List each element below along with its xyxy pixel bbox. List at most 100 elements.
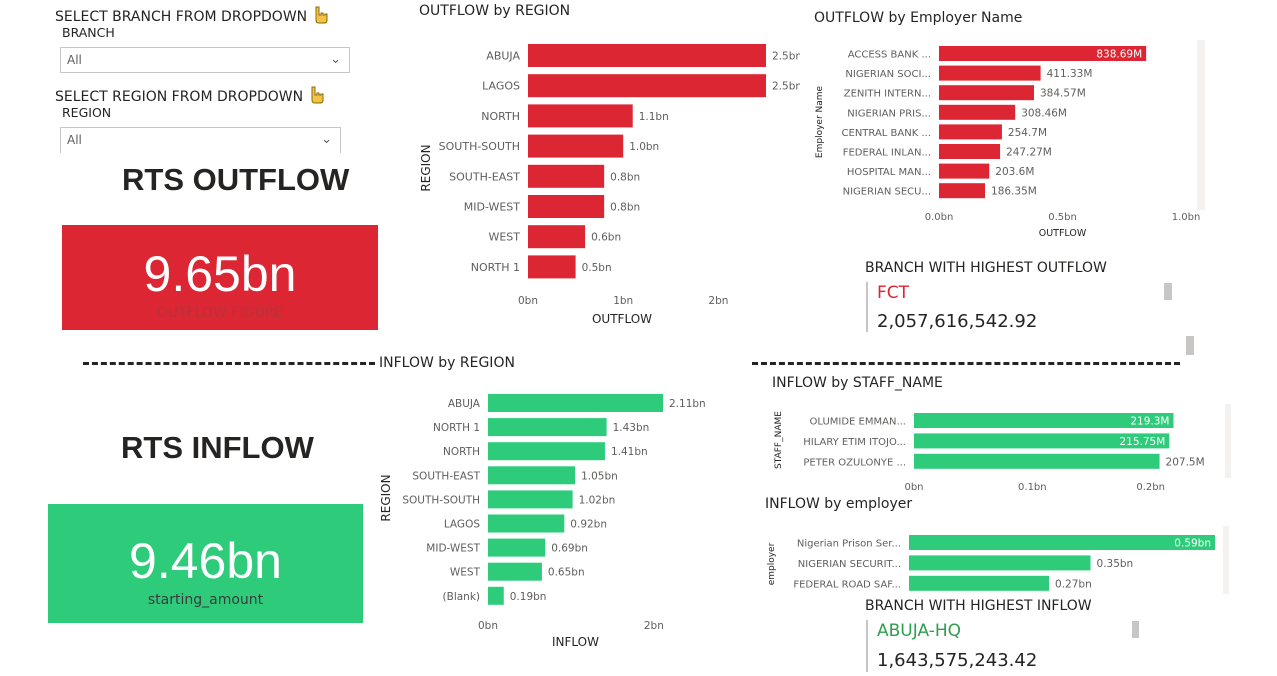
- outflow-employer-bar: [939, 85, 1034, 101]
- outflow-employer-category-label: NIGERIAN SOCI...: [845, 69, 931, 80]
- inflow-region-y-axis-title: REGION: [379, 474, 393, 521]
- outflow-region-data-label: 1.1bn: [639, 111, 669, 123]
- inflow-region-data-label: 2.11bn: [669, 398, 706, 410]
- inflow-employer-title: INFLOW by employer: [765, 496, 913, 512]
- outflow-region-data-label: 0.5bn: [582, 262, 612, 274]
- inflow-staff-title: INFLOW by STAFF_NAME: [772, 375, 943, 391]
- pointing-hand-icon: [312, 6, 328, 28]
- inflow-staff-tick-label: 0bn: [904, 482, 923, 493]
- branch-outflow-name: FCT: [877, 283, 910, 303]
- outflow-employer-category-label: NIGERIAN PRIS...: [847, 108, 931, 119]
- inflow-region-category-label: NORTH 1: [433, 422, 480, 434]
- inflow-region-data-label: 1.43bn: [613, 422, 650, 434]
- outflow-employer-data-label: 186.35M: [991, 186, 1037, 198]
- inflow-staff-data-label: 207.5M: [1166, 456, 1205, 468]
- outflow-employer-data-label: 838.69M: [1096, 49, 1142, 61]
- outflow-region-category-label: SOUTH-EAST: [449, 170, 520, 183]
- inflow-staff-data-label: 215.75M: [1119, 436, 1165, 448]
- inflow-region-category-label: LAGOS: [444, 519, 480, 531]
- inflow-region-bar: [488, 466, 576, 485]
- branch-inflow-scrollbar[interactable]: [1132, 621, 1139, 638]
- branch-inflow-title: BRANCH WITH HIGHEST INFLOW: [865, 598, 1092, 614]
- inflow-region-bar: [488, 562, 542, 581]
- inflow-employer-data-label: 0.35bn: [1097, 558, 1134, 570]
- inflow-region-category-label: NORTH: [443, 446, 480, 458]
- outflow-region-bar: [528, 74, 766, 98]
- outflow-region-title: OUTFLOW by REGION: [419, 3, 571, 19]
- inflow-region-category-label: WEST: [450, 567, 481, 579]
- outflow-card: 9.65bn OUTFLOW FIGURE: [62, 225, 378, 330]
- outflow-employer-category-label: CENTRAL BANK ...: [842, 128, 931, 139]
- inflow-region-category-label: ABUJA: [448, 398, 481, 410]
- outflow-employer-bar: [939, 163, 990, 179]
- inflow-employer-category-label: FEDERAL ROAD SAF...: [793, 579, 901, 590]
- outflow-employer-chart: ACCESS BANK ... 838.69M NIGERIAN SOCI... 41…: [815, 46, 1200, 239]
- outflow-employer-tick-label: 0.0bn: [925, 212, 954, 223]
- inflow-staff-chart: OLUMIDE EMMAN... 219.3M HILARY ETIM ITOJO.…: [774, 411, 1205, 493]
- inflow-region-data-label: 1.05bn: [581, 470, 618, 482]
- outflow-employer-data-label: 203.6M: [995, 166, 1034, 178]
- inflow-region-bar: [488, 538, 546, 557]
- inflow-employer-y-axis-title: employer: [767, 542, 777, 585]
- branch-inflow-accent: [866, 620, 868, 672]
- inflow-region-data-label: 1.41bn: [611, 446, 648, 458]
- inflow-staff-category-label: OLUMIDE EMMAN...: [810, 417, 906, 428]
- outflow-employer-bar: [939, 183, 986, 199]
- inflow-region-bar: [488, 586, 504, 605]
- outflow-employer-data-label: 411.33M: [1047, 68, 1093, 80]
- outflow-employer-bar: [939, 124, 1002, 140]
- inflow-region-data-label: 1.02bn: [579, 494, 616, 506]
- outflow-employer-bar: [939, 144, 1001, 159]
- outflow-employer-category-label: HOSPITAL MAN...: [847, 167, 931, 178]
- outflow-employer-tick-label: 0.5bn: [1048, 212, 1077, 223]
- outflow-employer-data-label: 308.46M: [1021, 107, 1067, 119]
- inflow-region-bar: [488, 394, 663, 412]
- inflow-region-tick-label: 2bn: [644, 620, 664, 632]
- outflow-region-tick-label: 0bn: [518, 295, 538, 307]
- outflow-employer-data-label: 254.7M: [1008, 127, 1047, 139]
- branch-outflow-accent: [866, 282, 868, 332]
- inflow-staff-data-label: 219.3M: [1130, 416, 1169, 428]
- outflow-region-category-label: NORTH: [481, 110, 520, 123]
- outflow-region-bar: [528, 164, 605, 188]
- outflow-employer-x-axis-title: OUTFLOW: [1039, 228, 1087, 239]
- outflow-region-bar: [528, 255, 576, 279]
- inflow-employer-chart: Nigerian Prison Ser... 0.59bn NIGERIAN SEC…: [767, 535, 1215, 591]
- outflow-employer-bar: [939, 65, 1041, 81]
- outflow-heading: RTS OUTFLOW: [122, 162, 350, 197]
- outflow-employer-scrollbar[interactable]: [1197, 40, 1205, 210]
- inflow-staff-y-axis-title: STAFF_NAME: [774, 411, 784, 469]
- outflow-region-bar: [528, 134, 624, 158]
- inflow-region-tick-label: 0bn: [478, 620, 498, 632]
- page-scrollbar[interactable]: [1186, 336, 1194, 355]
- outflow-region-category-label: MID-WEST: [464, 201, 521, 214]
- region-dropdown-value: All: [67, 133, 82, 147]
- inflow-region-bar: [488, 490, 573, 509]
- outflow-region-data-label: 0.8bn: [610, 171, 640, 183]
- inflow-region-chart: ABUJA 2.11bn NORTH 1 1.43bn NORTH 1.41bn SOUTH…: [379, 394, 706, 649]
- inflow-card: 9.46bn starting_amount: [48, 504, 363, 623]
- branch-inflow-name: ABUJA-HQ: [877, 621, 962, 641]
- outflow-region-category-label: SOUTH-SOUTH: [439, 140, 520, 153]
- outflow-employer-category-label: NIGERIAN SECU...: [843, 187, 931, 198]
- region-dropdown[interactable]: All ⌄: [60, 127, 341, 153]
- inflow-staff-scrollbar[interactable]: [1225, 404, 1231, 478]
- inflow-region-data-label: 0.92bn: [570, 519, 607, 531]
- chevron-down-icon: ⌄: [321, 132, 332, 147]
- outflow-employer-category-label: ACCESS BANK ...: [848, 50, 931, 61]
- branch-dropdown[interactable]: All ⌄: [60, 47, 350, 73]
- pointing-hand-icon: [308, 86, 324, 108]
- outflow-region-tick-label: 2bn: [708, 295, 728, 307]
- outflow-employer-y-axis-title: Employer Name: [815, 85, 825, 158]
- inflow-employer-scrollbar[interactable]: [1223, 526, 1229, 594]
- outflow-region-data-label: 0.6bn: [591, 232, 621, 244]
- branch-slicer-label: BRANCH: [62, 25, 115, 40]
- chevron-down-icon: ⌄: [330, 52, 341, 67]
- inflow-staff-tick-label: 0.2bn: [1136, 482, 1165, 493]
- inflow-card-label: starting_amount: [147, 592, 264, 608]
- outflow-employer-category-label: ZENITH INTERN...: [844, 89, 931, 100]
- inflow-staff-tick-label: 0.1bn: [1018, 482, 1047, 493]
- branch-outflow-scrollbar[interactable]: [1164, 283, 1172, 300]
- inflow-region-data-label: 0.69bn: [551, 543, 588, 555]
- branch-inflow-amount: 1,643,575,243.42: [877, 650, 1038, 671]
